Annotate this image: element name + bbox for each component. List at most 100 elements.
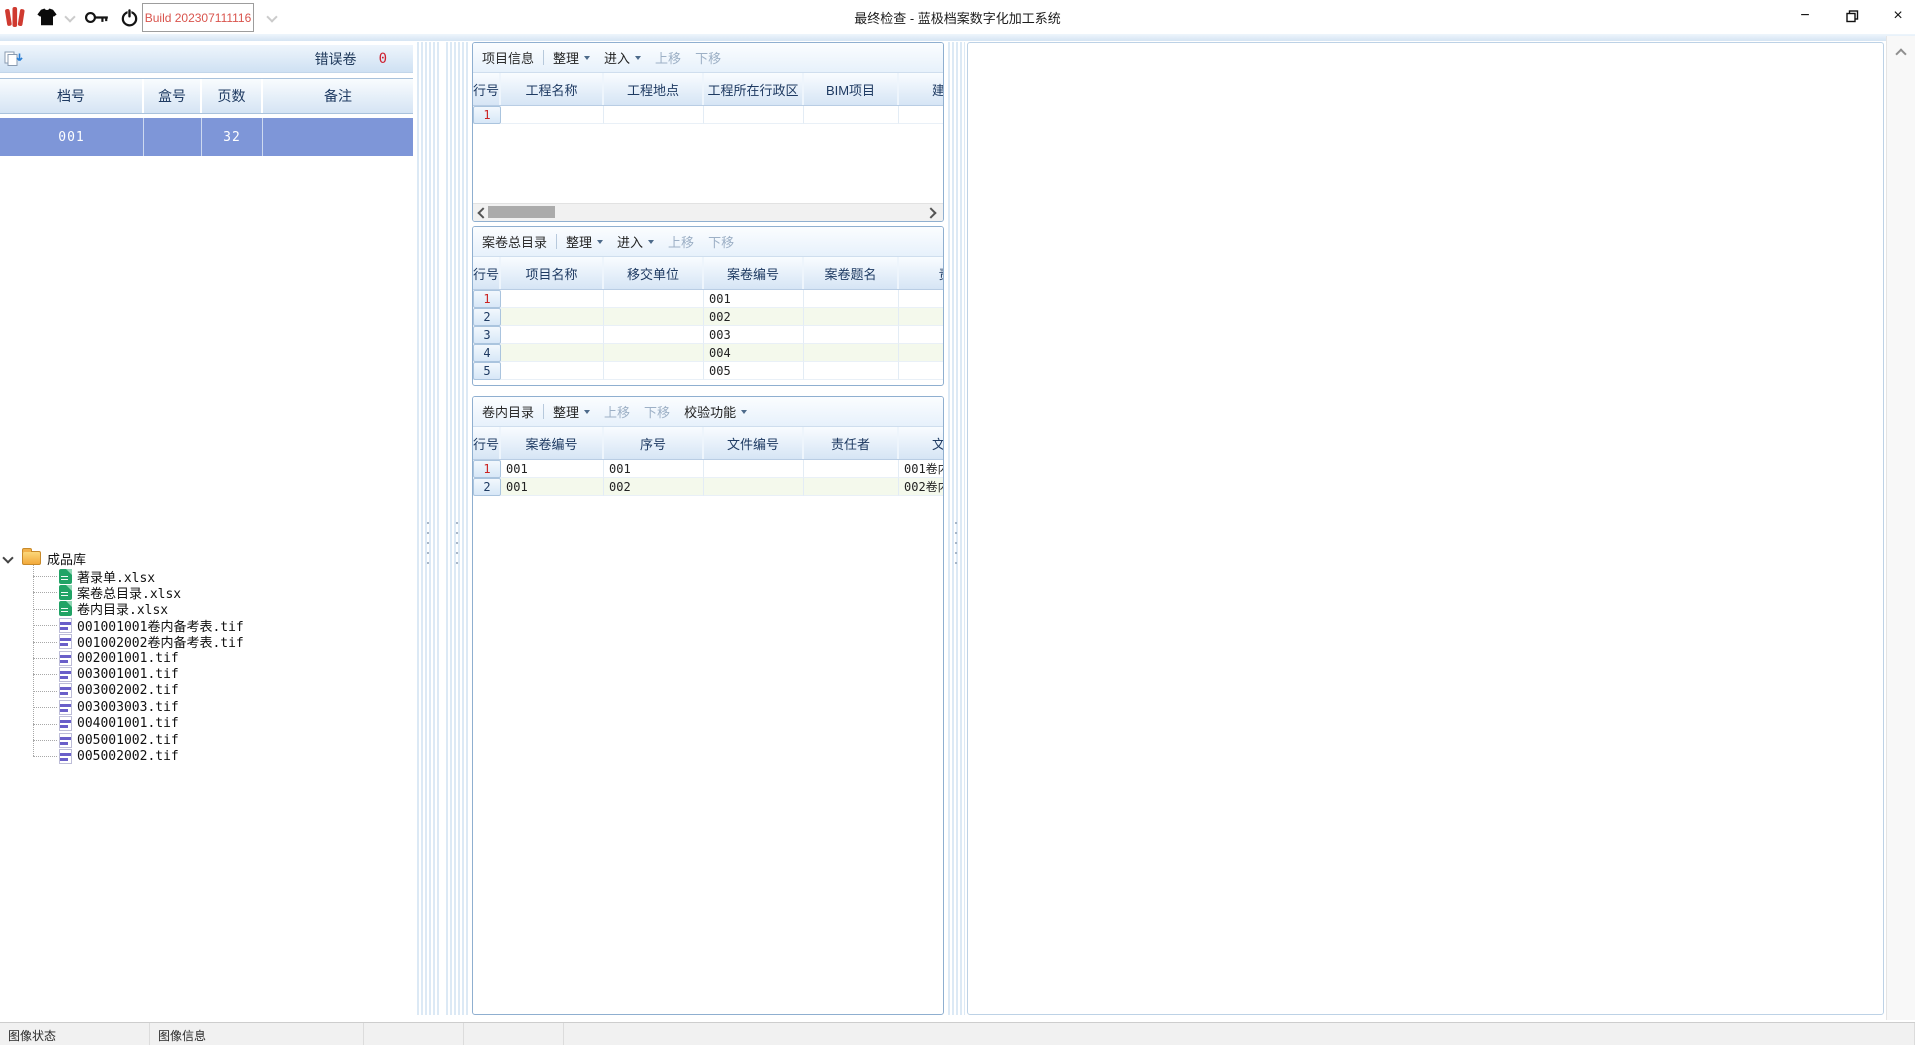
grid-cell[interactable] xyxy=(501,362,604,380)
grid-cell[interactable]: 003 xyxy=(704,326,804,344)
grid-cell[interactable] xyxy=(501,308,604,326)
column-header[interactable]: 工程所在行政区 xyxy=(704,73,804,105)
grid-cell[interactable] xyxy=(604,308,704,326)
grid-cell[interactable] xyxy=(501,106,604,124)
power-icon[interactable] xyxy=(116,4,142,30)
tree-root[interactable]: 成品库 xyxy=(4,550,86,566)
faint-dropdown-icon[interactable] xyxy=(266,11,277,22)
grid-row[interactable]: 1001001001卷内备考表 xyxy=(473,460,944,478)
hidden-dropdown-icon[interactable] xyxy=(64,11,75,22)
tree-item[interactable]: 001001001卷内备考表.tif xyxy=(59,617,244,633)
grid-cell[interactable] xyxy=(804,326,899,344)
restore-button[interactable] xyxy=(1837,2,1867,30)
row-number[interactable]: 1 xyxy=(473,290,501,308)
grid-cell[interactable]: 001卷内备考表 xyxy=(899,460,944,478)
column-header[interactable]: 行号 xyxy=(473,73,501,105)
grid-cell[interactable] xyxy=(501,326,604,344)
tshirt-icon[interactable] xyxy=(34,4,60,30)
grid-cell[interactable] xyxy=(804,308,899,326)
tree-item[interactable]: 004001001.tif xyxy=(59,716,179,732)
splitter-left-b[interactable] xyxy=(444,42,470,1015)
splitter-left-a[interactable] xyxy=(415,42,441,1015)
column-header[interactable]: 项目名称 xyxy=(501,257,604,289)
column-header[interactable]: 文件题名 xyxy=(899,427,944,459)
scroll-left-icon[interactable] xyxy=(477,207,488,218)
row-number[interactable]: 2 xyxy=(473,308,501,326)
column-header[interactable]: 案卷编号 xyxy=(704,257,804,289)
grid-cell[interactable] xyxy=(501,344,604,362)
column-header[interactable]: 行号 xyxy=(473,427,501,459)
toolbar-button-进入[interactable]: 进入 xyxy=(617,232,654,251)
horizontal-scrollbar[interactable] xyxy=(473,203,943,221)
tree-item[interactable]: 003001001.tif xyxy=(59,666,179,682)
column-header[interactable]: 工程地点 xyxy=(604,73,704,105)
column-header[interactable]: 工程名称 xyxy=(501,73,604,105)
grid-cell[interactable] xyxy=(804,290,899,308)
tree-item[interactable]: 003002002.tif xyxy=(59,683,179,699)
tree-item[interactable]: 002001001.tif xyxy=(59,650,179,666)
column-header[interactable]: 页数 xyxy=(202,79,263,113)
column-header[interactable]: 行号 xyxy=(473,257,501,289)
grid-cell[interactable] xyxy=(704,460,804,478)
column-header[interactable]: BIM项目 xyxy=(804,73,899,105)
tree-item[interactable]: 005001002.tif xyxy=(59,732,179,748)
grid-row[interactable]: 2001002 002卷内备考表 xyxy=(473,478,944,496)
grid-cell[interactable] xyxy=(899,106,944,124)
row-number[interactable]: 1 xyxy=(473,460,501,478)
grid-cell[interactable]: 002卷内备考表 xyxy=(899,478,944,496)
export-down-icon[interactable] xyxy=(4,50,23,67)
scroll-right-icon[interactable] xyxy=(925,207,936,218)
column-header[interactable]: 案卷编号 xyxy=(501,427,604,459)
grid-cell[interactable] xyxy=(899,308,944,326)
grid-cell[interactable] xyxy=(804,344,899,362)
grid-cell[interactable]: 001 xyxy=(704,290,804,308)
grid-cell[interactable]: 001 xyxy=(604,460,704,478)
column-header[interactable]: 责任者 xyxy=(804,427,899,459)
grid-cell[interactable] xyxy=(899,290,944,308)
row-number[interactable]: 5 xyxy=(473,362,501,380)
tree-item[interactable]: 005002002.tif xyxy=(59,748,179,764)
column-header[interactable]: 建设单位 xyxy=(899,73,944,105)
column-header[interactable]: 盒号 xyxy=(144,79,202,113)
grid-cell[interactable] xyxy=(899,344,944,362)
grid-cell[interactable] xyxy=(604,326,704,344)
grid-row[interactable]: 3 003 xyxy=(473,326,944,344)
error-table-selected-row[interactable]: 00132 xyxy=(0,118,413,156)
grid-cell[interactable] xyxy=(501,290,604,308)
grid-cell[interactable] xyxy=(899,362,944,380)
key-icon[interactable] xyxy=(84,4,110,30)
grid-cell[interactable] xyxy=(804,362,899,380)
column-header[interactable]: 文件编号 xyxy=(704,427,804,459)
row-number[interactable]: 2 xyxy=(473,478,501,496)
grid-row[interactable]: 2002 xyxy=(473,308,944,326)
scrollbar-thumb[interactable] xyxy=(488,206,555,218)
scroll-up-icon[interactable] xyxy=(1895,48,1906,59)
grid-row[interactable]: 1 xyxy=(473,106,944,124)
grid-cell[interactable] xyxy=(604,344,704,362)
grid-cell[interactable] xyxy=(604,362,704,380)
toolbar-button-整理[interactable]: 整理 xyxy=(553,48,590,67)
column-header[interactable]: 序号 xyxy=(604,427,704,459)
grid-cell[interactable]: 001 xyxy=(501,460,604,478)
grid-cell[interactable] xyxy=(604,106,704,124)
tree-item[interactable]: 案卷总目录.xlsx xyxy=(59,584,181,600)
column-header[interactable]: 备注 xyxy=(263,79,413,113)
grid-cell[interactable] xyxy=(704,478,804,496)
grid-row[interactable]: 5005 xyxy=(473,362,944,380)
row-number[interactable]: 1 xyxy=(473,106,501,124)
tree-item[interactable]: 003003003.tif xyxy=(59,699,179,715)
toolbar-button-进入[interactable]: 进入 xyxy=(604,48,641,67)
grid-cell[interactable] xyxy=(804,460,899,478)
tree-item[interactable]: 著录单.xlsx xyxy=(59,568,155,584)
column-header[interactable]: 移交单位 xyxy=(604,257,704,289)
grid-cell[interactable]: 002 xyxy=(604,478,704,496)
grid-cell[interactable] xyxy=(604,290,704,308)
toolbar-button-整理[interactable]: 整理 xyxy=(553,402,590,421)
grid-cell[interactable] xyxy=(804,478,899,496)
row-number[interactable]: 3 xyxy=(473,326,501,344)
grid-cell[interactable]: 004 xyxy=(704,344,804,362)
close-button[interactable]: × xyxy=(1883,2,1913,30)
row-number[interactable]: 4 xyxy=(473,344,501,362)
toolbar-button-校验功能[interactable]: 校验功能 xyxy=(684,402,747,421)
grid-cell[interactable]: 001 xyxy=(501,478,604,496)
